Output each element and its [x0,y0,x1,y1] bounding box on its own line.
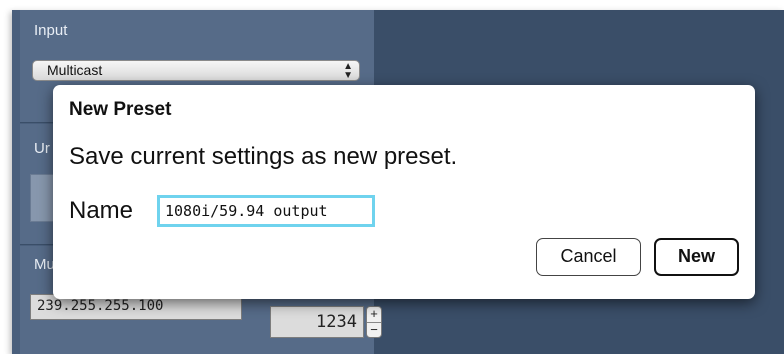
preset-name-input[interactable] [157,195,375,227]
new-button[interactable]: New [654,238,739,276]
input-label: Input [34,22,68,39]
dialog-title: New Preset [69,99,172,120]
select-arrows-icon: ▲ ▼ [343,61,353,81]
stepper-down-icon[interactable]: − [367,322,381,338]
multicast-label-partial: Mu [34,256,55,273]
name-label: Name [69,197,134,224]
stepper-up-icon[interactable]: + [367,307,381,322]
port-stepper[interactable]: + − [366,306,382,338]
new-preset-dialog: New Preset Save current settings as new … [53,85,755,299]
input-select-value: Multicast [47,62,103,78]
port-field[interactable]: 1234 [270,306,364,338]
dialog-message: Save current settings as new preset. [69,143,458,170]
input-select[interactable]: Multicast ▲ ▼ [32,60,360,81]
cancel-button[interactable]: Cancel [536,238,641,276]
url-label-partial: Ur [34,140,50,157]
